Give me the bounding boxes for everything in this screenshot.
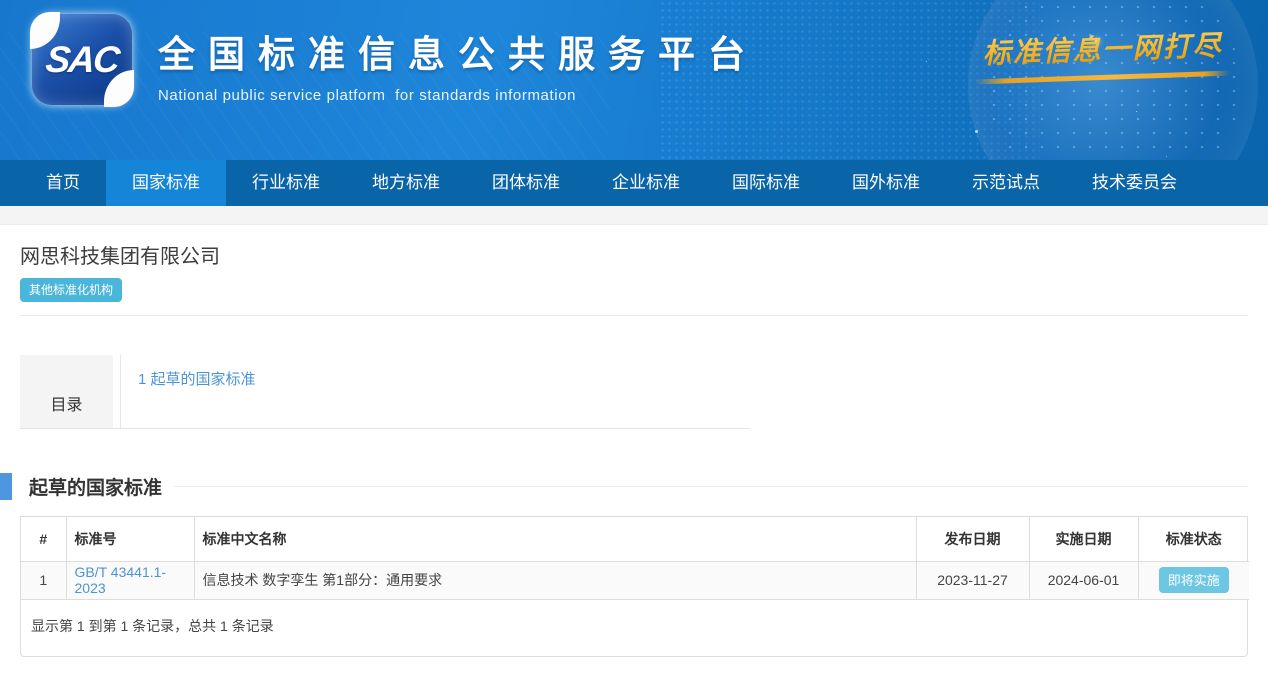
- cell-publish-date: 2023-11-27: [916, 561, 1029, 599]
- toc-label: 目录: [20, 355, 113, 428]
- site-header: SAC 全国标准信息公共服务平台 National public service…: [0, 0, 1268, 160]
- nav-item-national-standards[interactable]: 国家标准: [106, 160, 226, 206]
- main-content: 网思科技集团有限公司 其他标准化机构 目录 1 起草的国家标准 起草的国家标准 …: [0, 240, 1268, 657]
- organization-type-badge: 其他标准化机构: [20, 278, 122, 302]
- status-badge: 即将实施: [1159, 567, 1229, 593]
- main-nav: 首页 国家标准 行业标准 地方标准 团体标准 企业标准 国际标准 国外标准 示范…: [0, 160, 1268, 206]
- nav-item-technical-committees[interactable]: 技术委员会: [1066, 160, 1203, 206]
- nav-item-group-standards[interactable]: 团体标准: [466, 160, 586, 206]
- nav-item-home[interactable]: 首页: [20, 160, 106, 206]
- nav-item-foreign-standards[interactable]: 国外标准: [826, 160, 946, 206]
- slogan-brush-underline: [975, 71, 1230, 85]
- standard-code-link[interactable]: GB/T 43441.1-2023: [75, 564, 167, 596]
- table-header-row: # 标准号 标准中文名称 发布日期 实施日期 标准状态: [21, 517, 1249, 561]
- table-of-contents: 目录 1 起草的国家标准: [20, 355, 750, 429]
- toc-link-drafted-standards[interactable]: 1 起草的国家标准: [138, 371, 256, 388]
- table-row: 1 GB/T 43441.1-2023 信息技术 数字孪生 第1部分：通用要求 …: [21, 561, 1249, 599]
- column-header-publish-date: 发布日期: [916, 517, 1029, 561]
- site-title: 全国标准信息公共服务平台: [158, 24, 758, 78]
- column-header-standard-name: 标准中文名称: [194, 517, 916, 561]
- nav-item-enterprise-standards[interactable]: 企业标准: [586, 160, 706, 206]
- section-marker-icon: [0, 473, 12, 500]
- section-header: 起草的国家标准: [0, 473, 1268, 500]
- column-header-standard-code: 标准号: [66, 517, 194, 561]
- organization-name: 网思科技集团有限公司: [20, 240, 1248, 269]
- header-slogan: 标准信息一网打尽: [975, 28, 1230, 80]
- sac-logo[interactable]: SAC: [32, 14, 132, 105]
- sub-nav-spacer: [0, 206, 1268, 225]
- site-subtitle: National public service platform for sta…: [158, 87, 758, 104]
- slogan-text: 标准信息一网打尽: [974, 24, 1230, 73]
- column-header-implement-date: 实施日期: [1029, 517, 1138, 561]
- cell-implement-date: 2024-06-01: [1029, 561, 1138, 599]
- toc-links: 1 起草的国家标准: [120, 355, 750, 428]
- site-title-block: 全国标准信息公共服务平台 National public service pla…: [158, 24, 758, 104]
- cell-status: 即将实施: [1138, 561, 1249, 599]
- section-title-rule: [174, 486, 1248, 487]
- nav-item-pilot-programs[interactable]: 示范试点: [946, 160, 1066, 206]
- cell-standard-name: 信息技术 数字孪生 第1部分：通用要求: [194, 561, 916, 599]
- standards-table-container: # 标准号 标准中文名称 发布日期 实施日期 标准状态 1 GB/T 43441…: [20, 516, 1248, 657]
- nav-item-industry-standards[interactable]: 行业标准: [226, 160, 346, 206]
- divider: [20, 315, 1248, 316]
- column-header-status: 标准状态: [1138, 517, 1249, 561]
- record-count-summary: 显示第 1 到第 1 条记录，总共 1 条记录: [21, 600, 1247, 656]
- sac-logo-text: SAC: [27, 14, 137, 105]
- nav-item-local-standards[interactable]: 地方标准: [346, 160, 466, 206]
- column-header-index: #: [21, 517, 66, 561]
- cell-index: 1: [21, 561, 66, 599]
- cell-standard-code: GB/T 43441.1-2023: [66, 561, 194, 599]
- standards-table: # 标准号 标准中文名称 发布日期 实施日期 标准状态 1 GB/T 43441…: [21, 517, 1249, 600]
- section-title: 起草的国家标准: [29, 473, 162, 500]
- nav-item-international-standards[interactable]: 国际标准: [706, 160, 826, 206]
